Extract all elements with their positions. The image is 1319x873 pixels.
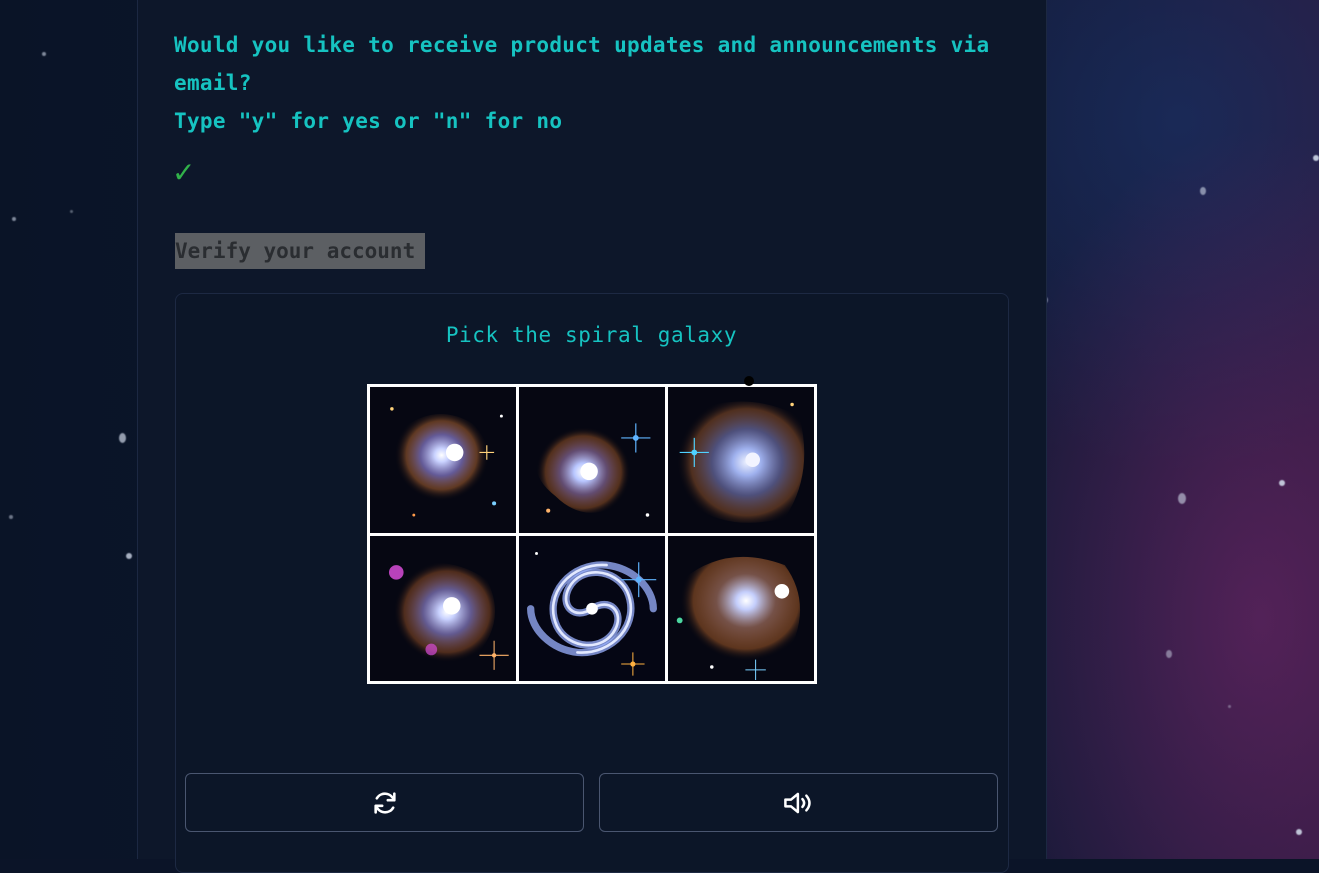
galaxy-tile-1[interactable] bbox=[370, 387, 516, 533]
refresh-icon bbox=[373, 791, 396, 814]
speaker-icon bbox=[783, 792, 811, 813]
irregular-galaxy-image bbox=[370, 387, 516, 533]
irregular-galaxy-image bbox=[370, 535, 516, 681]
spiral-galaxy-image bbox=[519, 535, 665, 681]
captcha-prompt: Pick the spiral galaxy bbox=[445, 323, 738, 347]
email-opt-in-question: Would you like to receive product update… bbox=[174, 26, 1024, 140]
checkmark-icon: ✓ bbox=[172, 156, 196, 189]
refresh-captcha-button[interactable] bbox=[185, 773, 584, 832]
galaxy-tile-3[interactable] bbox=[668, 387, 814, 533]
mouse-cursor-dot bbox=[744, 376, 754, 386]
captcha-image-grid bbox=[367, 384, 817, 684]
verify-account-heading: Verify your account bbox=[175, 233, 425, 269]
irregular-galaxy-image bbox=[668, 387, 814, 533]
galaxy-tile-6[interactable] bbox=[668, 535, 814, 681]
question-text: Would you like to receive product update… bbox=[174, 33, 990, 95]
galaxy-tile-4[interactable] bbox=[370, 535, 516, 681]
question-instruction: Type "y" for yes or "n" for no bbox=[174, 109, 563, 133]
galaxy-tile-2[interactable] bbox=[519, 387, 665, 533]
audio-captcha-button[interactable] bbox=[599, 773, 998, 832]
irregular-galaxy-image bbox=[668, 535, 814, 681]
galaxy-tile-5[interactable] bbox=[519, 535, 665, 681]
irregular-galaxy-image bbox=[519, 387, 665, 533]
